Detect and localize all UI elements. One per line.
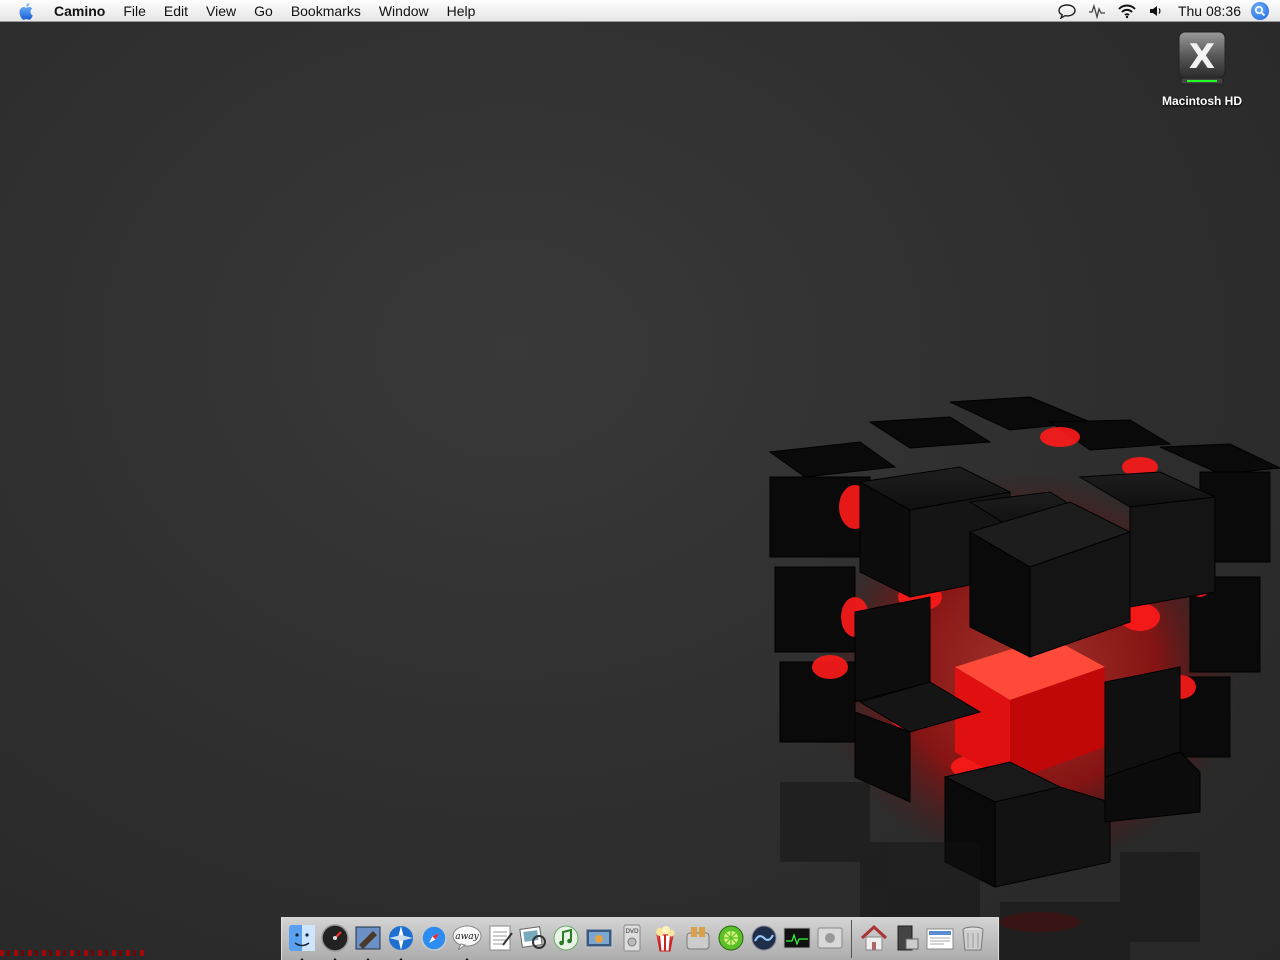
dashboard-icon: [320, 923, 349, 952]
desktop-icon-macintosh-hd[interactable]: X Macintosh HD: [1150, 30, 1254, 116]
svg-text:X: X: [1189, 37, 1215, 77]
applications-folder-icon: [897, 925, 918, 950]
bluetooth-signal-icon[interactable]: [1082, 0, 1112, 22]
preview-icon: [518, 925, 546, 949]
adium-away-label: away: [455, 932, 479, 942]
safari-icon: [420, 924, 447, 951]
dock-home-folder[interactable]: [858, 923, 889, 956]
home-folder-icon: [860, 924, 887, 950]
trash-icon: [962, 926, 983, 950]
menu-edit[interactable]: Edit: [155, 0, 197, 22]
chat-bubble-icon[interactable]: [1052, 0, 1082, 22]
dock-safari[interactable]: [418, 923, 449, 956]
limewire-icon: [718, 925, 743, 950]
camino-icon: [388, 925, 413, 950]
dock-dashboard[interactable]: [319, 923, 350, 960]
dock-finder[interactable]: [286, 923, 317, 960]
menu-view[interactable]: View: [197, 0, 245, 22]
menu-help[interactable]: Help: [438, 0, 485, 22]
toast-icon: [686, 926, 709, 949]
menu-app-name[interactable]: Camino: [45, 0, 114, 22]
menu-window[interactable]: Window: [370, 0, 438, 22]
wave-icon: [751, 925, 776, 950]
dock-adium-away[interactable]: away: [451, 923, 482, 960]
itunes-icon: [553, 925, 578, 950]
wifi-icon[interactable]: [1112, 0, 1142, 22]
dock-preview[interactable]: [517, 923, 548, 956]
dock-toast[interactable]: [682, 923, 713, 956]
popcorn-icon: [655, 925, 674, 951]
screen-artifact: [0, 950, 145, 956]
dock-mail[interactable]: [352, 923, 383, 960]
dock-documents-stack[interactable]: [924, 923, 955, 956]
spotlight-icon[interactable]: [1251, 1, 1269, 20]
system-preferences-icon: [817, 927, 842, 948]
dock-limewire[interactable]: [715, 923, 746, 956]
hard-drive-icon: X: [1178, 31, 1226, 85]
textedit-icon: [489, 925, 513, 950]
dock-separator: [851, 920, 852, 958]
activity-monitor-icon: [783, 927, 810, 948]
dock-popcorn[interactable]: [649, 923, 680, 956]
dock-itunes[interactable]: [550, 923, 581, 956]
menu-clock[interactable]: Thu 08:36: [1172, 3, 1251, 19]
dock-camino[interactable]: [385, 923, 416, 960]
menu-bar: Camino File Edit View Go Bookmarks Windo…: [0, 0, 1280, 22]
iphoto-icon: [585, 928, 612, 947]
documents-stack-icon: [926, 928, 953, 949]
apple-menu[interactable]: [17, 1, 37, 21]
menu-go[interactable]: Go: [245, 0, 282, 22]
dock-iphoto[interactable]: [583, 923, 614, 956]
dock-textedit[interactable]: [484, 923, 515, 956]
finder-icon: [288, 924, 315, 951]
menu-extras: Thu 08:36: [1052, 0, 1280, 22]
menu-file[interactable]: File: [114, 0, 155, 22]
desktop-icon-label: Macintosh HD: [1161, 94, 1242, 108]
mail-icon: [355, 926, 380, 949]
dock: away DVD: [281, 917, 999, 960]
dock-applications-folder[interactable]: [891, 923, 922, 956]
dock-trash[interactable]: [957, 923, 988, 956]
wallpaper-cube-art: [768, 396, 1280, 960]
adium-away-icon: away: [452, 925, 481, 950]
dvd-player-icon: DVD: [623, 924, 640, 951]
menu-bookmarks[interactable]: Bookmarks: [282, 0, 370, 22]
dock-wave-app[interactable]: [748, 923, 779, 956]
apple-logo-icon: [19, 2, 33, 20]
desktop: X Macintosh HD: [0, 22, 1280, 960]
dock-dvd-player[interactable]: DVD: [616, 923, 647, 956]
dock-system-preferences[interactable]: [814, 923, 845, 956]
dock-activity-monitor[interactable]: [781, 923, 812, 956]
svg-text:DVD: DVD: [625, 928, 639, 935]
volume-icon[interactable]: [1142, 0, 1172, 22]
